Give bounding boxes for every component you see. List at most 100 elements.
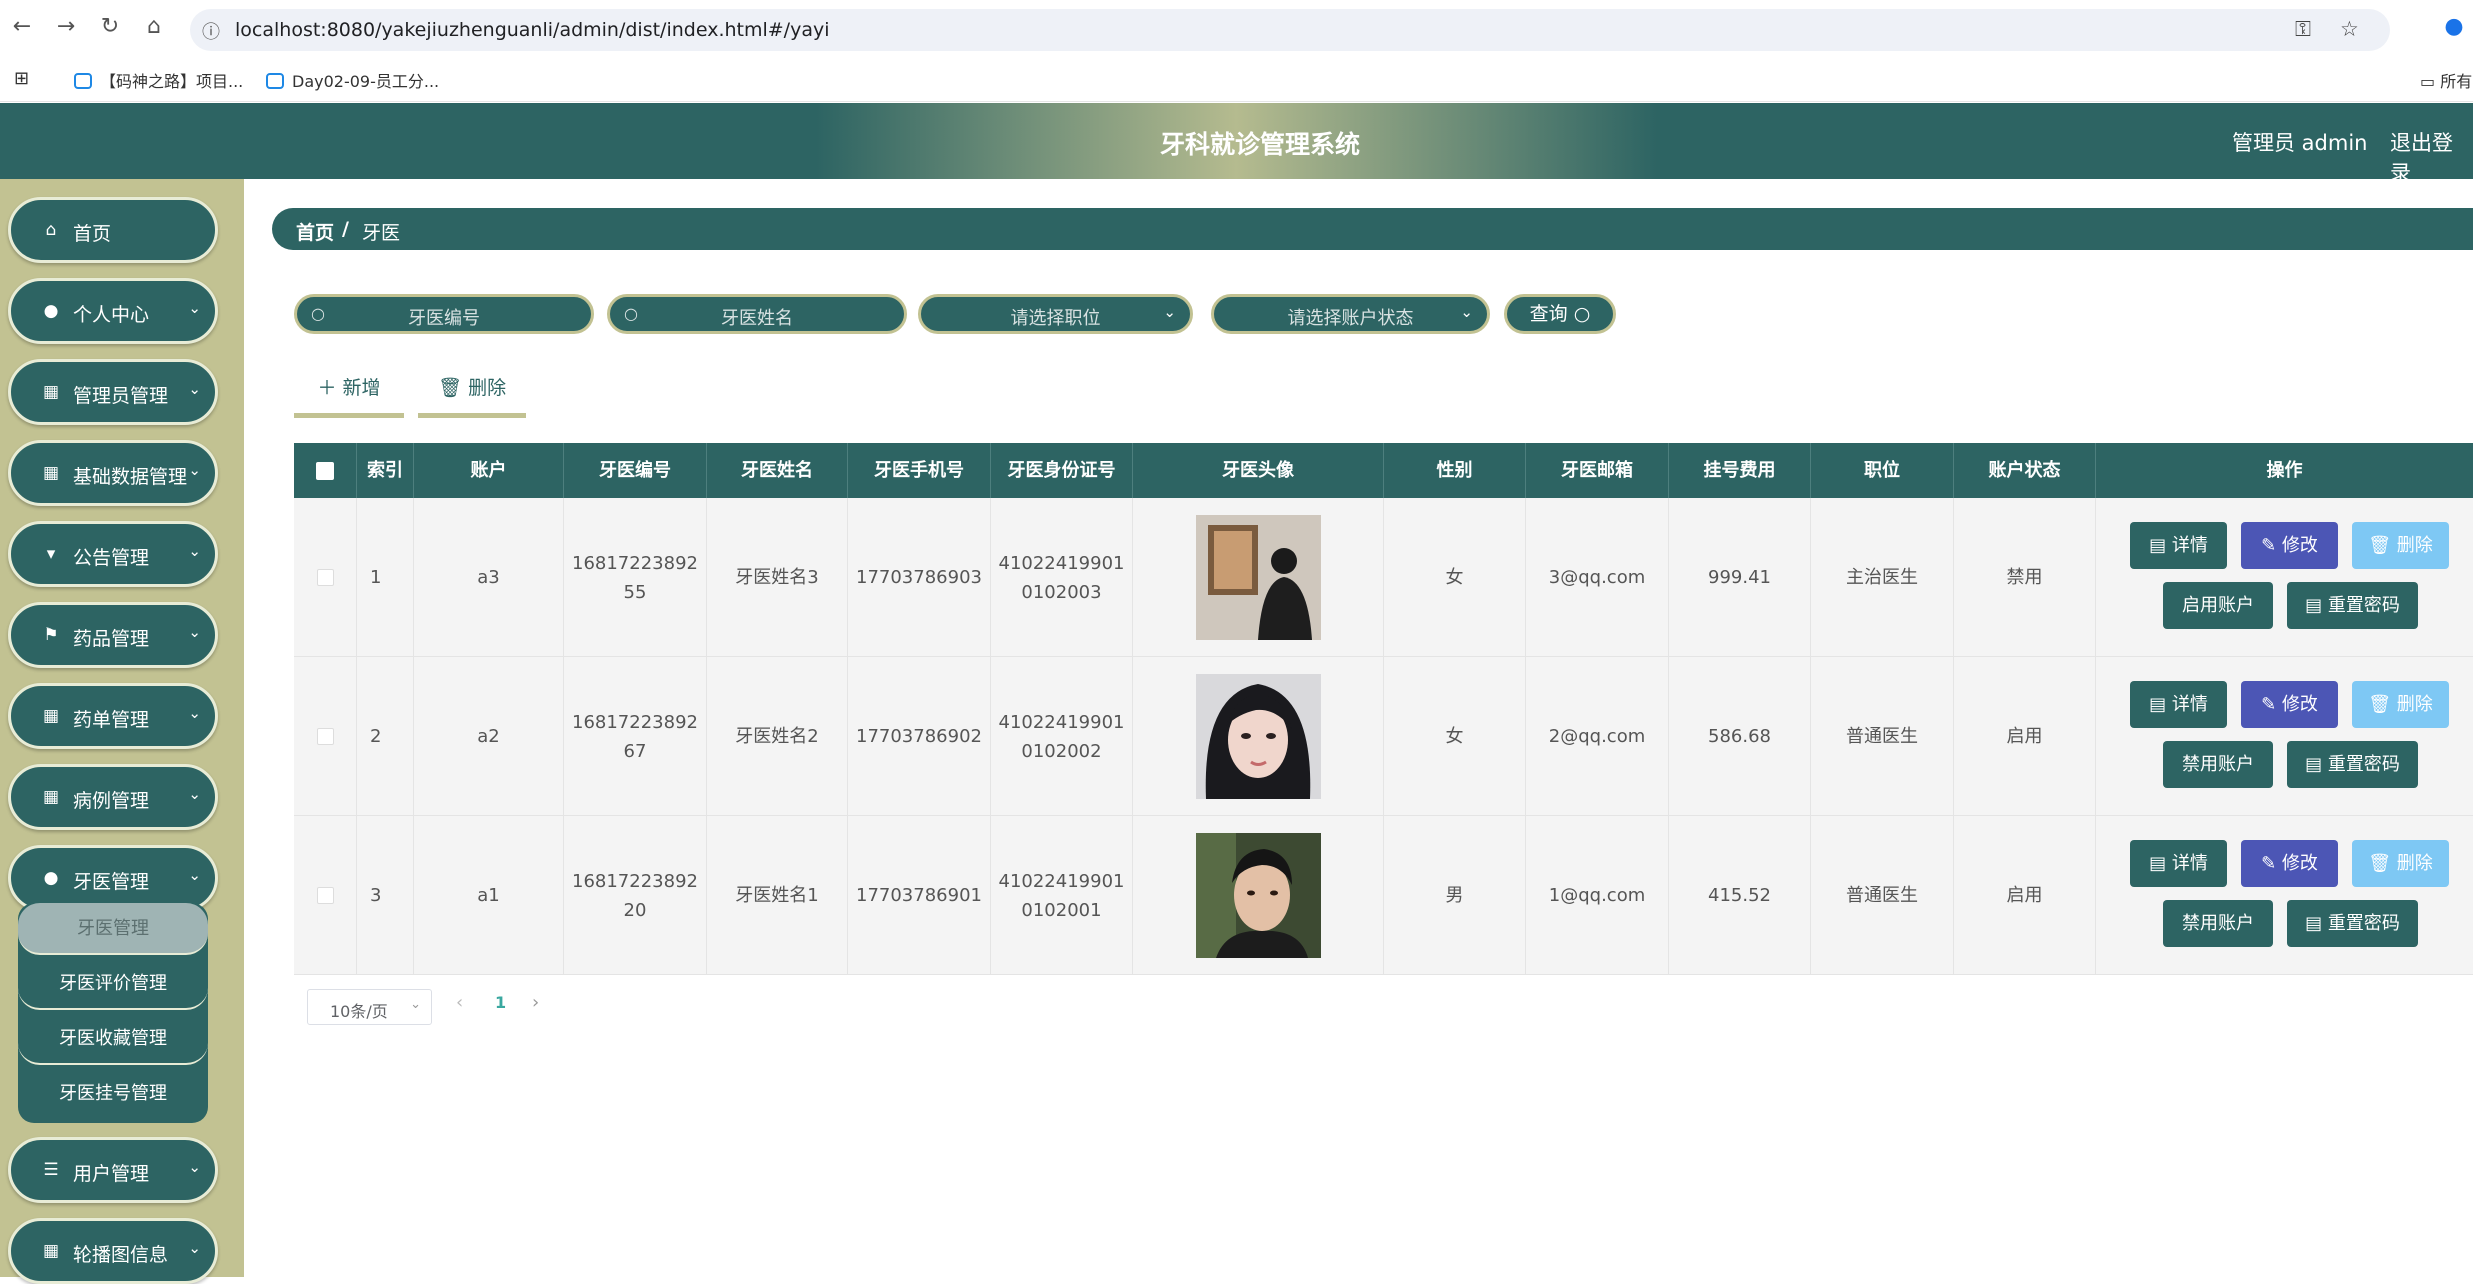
sidebar: ⌂ 首页 ● 个人中心 ⌄ ▦ 管理员管理 ⌄ ▦ 基础数据管理 ⌄ ▾ 公告管… xyxy=(0,179,244,1284)
detail-label: 详情 xyxy=(2171,853,2208,874)
cell-email: 1@qq.com xyxy=(1526,816,1669,975)
all-bookmarks[interactable]: ▭ 所有 xyxy=(2420,68,2472,92)
placeholder: 牙医编号 xyxy=(408,308,480,329)
row-checkbox[interactable] xyxy=(316,728,334,745)
back-icon[interactable]: ← xyxy=(8,14,36,39)
plus-icon: ＋ xyxy=(317,377,337,399)
apps-grid-icon[interactable]: ⊞ xyxy=(14,68,29,89)
menu-carousel[interactable]: ▦ 轮播图信息 ⌄ xyxy=(8,1218,218,1284)
submenu-dentist-registrations[interactable]: 牙医挂号管理 xyxy=(18,1068,208,1120)
cell-fee: 415.52 xyxy=(1669,816,1811,975)
submenu-dentist-reviews[interactable]: 牙医评价管理 xyxy=(18,958,208,1010)
column-header: 牙医姓名 xyxy=(707,443,848,498)
toggle-account-button[interactable]: 禁用账户 xyxy=(2163,900,2273,947)
dentist-name-input[interactable]: ○ 牙医姓名 xyxy=(607,294,907,334)
toggle-account-button[interactable]: 启用账户 xyxy=(2163,582,2273,629)
menu-dentists[interactable]: ● 牙医管理 ⌄ xyxy=(8,845,218,911)
key-icon[interactable]: ⚿ xyxy=(2295,17,2311,42)
address-bar[interactable]: ⓘ localhost:8080/yakejiuzhenguanli/admin… xyxy=(190,9,2390,51)
delete-button[interactable]: 🗑 删除 xyxy=(2352,681,2449,728)
cell-avatar xyxy=(1133,816,1384,975)
trash-icon: 🗑 xyxy=(2368,535,2397,556)
browser-toolbar: ← → ↻ ⌂ ⓘ localhost:8080/yakejiuzhenguan… xyxy=(0,0,2473,60)
document-icon: ▤ xyxy=(2149,535,2172,556)
bookmark-item[interactable]: 【码神之路】项目... xyxy=(74,68,243,92)
edit-button[interactable]: ✎ 修改 xyxy=(2241,681,2338,728)
reset-password-button[interactable]: ▤ 重置密码 xyxy=(2287,582,2418,629)
all-bookmarks-label: 所有 xyxy=(2440,72,2473,91)
status-select[interactable]: 请选择账户状态 ⌄ xyxy=(1211,294,1490,334)
page-number[interactable]: 1 xyxy=(495,993,506,1012)
submenu-dentist-favorites[interactable]: 牙医收藏管理 xyxy=(18,1013,208,1065)
chevron-down-icon: ⌄ xyxy=(1163,303,1176,321)
edit-button[interactable]: ✎ 修改 xyxy=(2241,522,2338,569)
search-icon: ○ xyxy=(1573,303,1591,325)
reset-password-button[interactable]: ▤ 重置密码 xyxy=(2287,900,2418,947)
menu-announcements[interactable]: ▾ 公告管理 ⌄ xyxy=(8,521,218,587)
delete-button[interactable]: 🗑 删除 xyxy=(2352,522,2449,569)
page-size-select[interactable]: 10条/页 ⌄ xyxy=(307,989,432,1025)
reload-icon[interactable]: ↻ xyxy=(96,14,124,39)
cell-id-number: 41022419901 0102003 xyxy=(991,498,1133,657)
detail-button[interactable]: ▤ 详情 xyxy=(2130,681,2227,728)
position-select[interactable]: 请选择职位 ⌄ xyxy=(918,294,1193,334)
menu-admin-management[interactable]: ▦ 管理员管理 ⌄ xyxy=(8,359,218,425)
detail-button[interactable]: ▤ 详情 xyxy=(2130,522,2227,569)
menu-personal-center[interactable]: ● 个人中心 ⌄ xyxy=(8,278,218,344)
dentist-avatar-photo[interactable] xyxy=(1195,833,1321,958)
select-all-checkbox[interactable] xyxy=(316,462,334,480)
cell-account: a3 xyxy=(414,498,564,657)
prev-page-icon[interactable]: ‹ xyxy=(456,992,463,1013)
trash-icon: 🗑 xyxy=(2368,853,2397,874)
code-line: 67 xyxy=(623,740,647,762)
id-line: 0102001 xyxy=(1021,899,1102,921)
dentist-avatar-photo[interactable] xyxy=(1195,515,1321,640)
detail-button[interactable]: ▤ 详情 xyxy=(2130,840,2227,887)
select-all-cell xyxy=(294,443,357,498)
id-line: 41022419901 xyxy=(998,870,1125,892)
id-line: 0102002 xyxy=(1021,740,1102,762)
reset-password-button[interactable]: ▤ 重置密码 xyxy=(2287,741,2418,788)
menu-home[interactable]: ⌂ 首页 xyxy=(8,197,218,263)
cell-position: 主治医生 xyxy=(1811,498,1954,657)
id-line: 41022419901 xyxy=(998,711,1125,733)
delete-label: 删除 xyxy=(2396,535,2433,556)
placeholder: 牙医姓名 xyxy=(721,308,793,329)
forward-icon[interactable]: → xyxy=(52,14,80,39)
chevron-down-icon: ⌄ xyxy=(188,542,201,560)
bookmark-item[interactable]: Day02-09-员工分... xyxy=(266,68,439,92)
menu-prescriptions[interactable]: ▦ 药单管理 ⌄ xyxy=(8,683,218,749)
menu-users[interactable]: ☰ 用户管理 ⌄ xyxy=(8,1137,218,1203)
menu-cases[interactable]: ▦ 病例管理 ⌄ xyxy=(8,764,218,830)
next-page-icon[interactable]: › xyxy=(532,992,539,1013)
page-size-value: 10条/页 xyxy=(330,1002,388,1021)
logout-button[interactable]: 退出登录 xyxy=(2390,127,2473,187)
url-text: localhost:8080/yakejiuzhenguanli/admin/d… xyxy=(235,19,830,41)
table-header: 索引 账户 牙医编号 牙医姓名 牙医手机号 牙医身份证号 牙医头像 性别 牙医邮… xyxy=(294,443,2473,498)
home-icon[interactable]: ⌂ xyxy=(140,14,168,39)
edit-label: 修改 xyxy=(2281,535,2318,556)
menu-medicine[interactable]: ⚑ 药品管理 ⌄ xyxy=(8,602,218,668)
edit-button[interactable]: ✎ 修改 xyxy=(2241,840,2338,887)
toggle-account-button[interactable]: 禁用账户 xyxy=(2163,741,2273,788)
submenu-dentist-management[interactable]: 牙医管理 xyxy=(18,903,208,955)
column-header: 牙医手机号 xyxy=(848,443,991,498)
trash-icon: 🗑 xyxy=(437,377,463,399)
row-checkbox[interactable] xyxy=(316,887,334,904)
breadcrumb-home[interactable]: 首页 xyxy=(296,218,334,245)
delete-button[interactable]: 🗑 删除 xyxy=(2352,840,2449,887)
cell-index: 3 xyxy=(357,816,414,975)
add-button[interactable]: ＋ 新增 xyxy=(294,370,404,418)
batch-delete-button[interactable]: 🗑 删除 xyxy=(418,370,526,418)
info-icon[interactable]: ⓘ xyxy=(202,18,220,44)
star-icon[interactable]: ☆ xyxy=(2340,17,2359,41)
profile-icon[interactable]: ● xyxy=(2440,14,2468,39)
menu-label: 轮播图信息 xyxy=(73,1244,169,1266)
dentist-avatar-photo[interactable] xyxy=(1195,674,1321,799)
cell-actions: ▤ 详情 ✎ 修改 🗑 删除 禁用账户 ▤ 重置密码 xyxy=(2101,816,2473,975)
row-checkbox[interactable] xyxy=(316,569,334,586)
placeholder: 请选择账户状态 xyxy=(1287,308,1414,329)
query-button[interactable]: 查询 ○ xyxy=(1504,294,1616,334)
dentist-code-input[interactable]: ○ 牙医编号 xyxy=(294,294,594,334)
menu-basic-data[interactable]: ▦ 基础数据管理 ⌄ xyxy=(8,440,218,506)
